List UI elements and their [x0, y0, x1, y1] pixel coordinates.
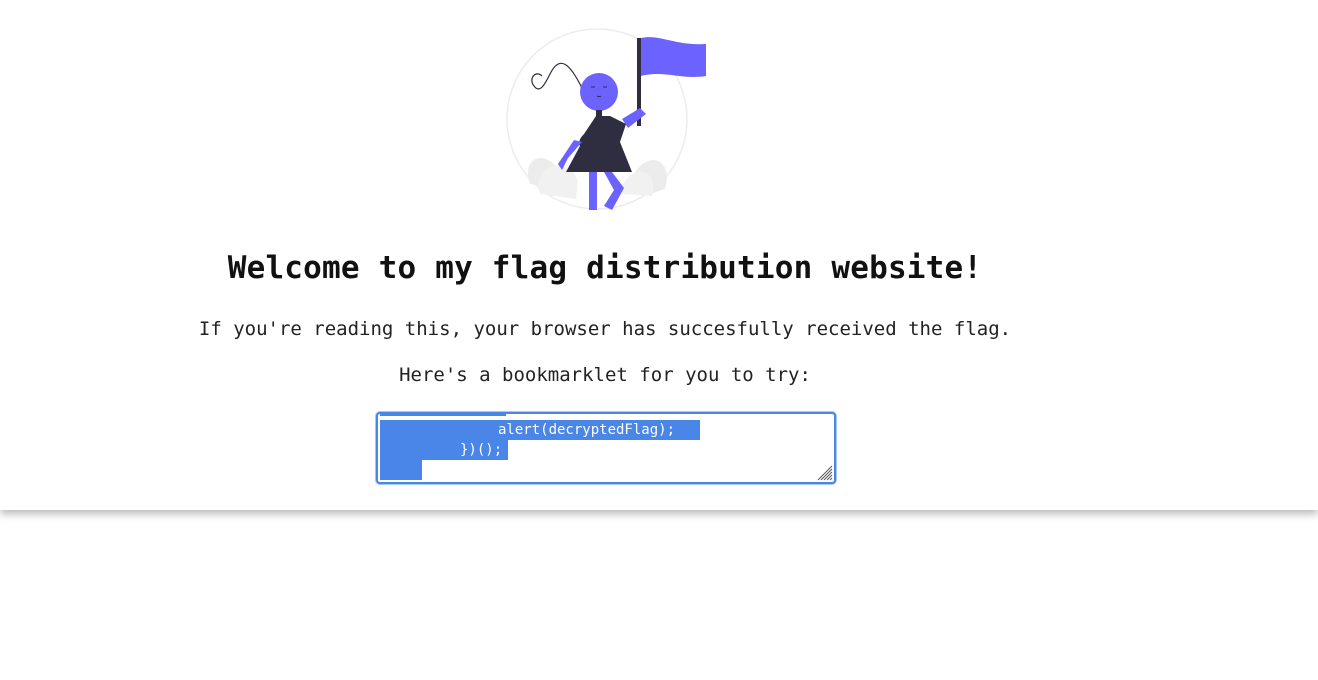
- code-line: alert(decryptedFlag);: [498, 422, 676, 438]
- bookmarklet-textarea[interactable]: alert(decryptedFlag); })();: [376, 412, 836, 484]
- flag-girl-illustration: [506, 28, 706, 210]
- flag-received-message: If you're reading this, your browser has…: [198, 318, 1012, 340]
- main-card: Welcome to my flag distribution website!…: [0, 0, 1318, 510]
- bookmarklet-prompt: Here's a bookmarklet for you to try:: [399, 364, 811, 386]
- selection-highlight: [380, 414, 506, 416]
- page-title: Welcome to my flag distribution website!: [227, 250, 983, 286]
- code-line: })();: [460, 442, 503, 458]
- selection-highlight: [380, 460, 422, 480]
- resize-handle-icon[interactable]: [815, 463, 833, 481]
